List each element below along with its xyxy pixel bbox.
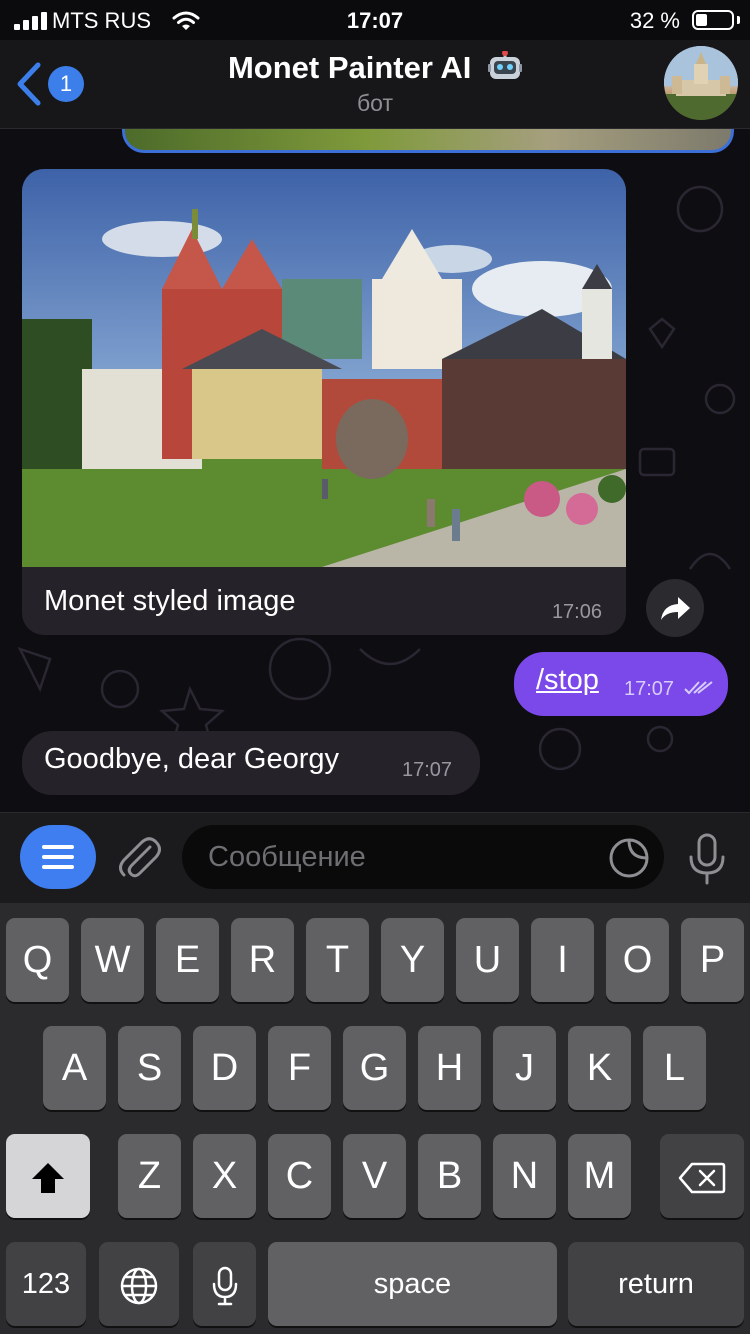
- key-n[interactable]: N: [493, 1134, 556, 1218]
- photo-message[interactable]: Monet styled image 17:06: [22, 169, 626, 635]
- key-h[interactable]: H: [418, 1026, 481, 1110]
- key-l[interactable]: L: [643, 1026, 706, 1110]
- key-r[interactable]: R: [231, 918, 294, 1002]
- key-a[interactable]: A: [43, 1026, 106, 1110]
- dictation-key[interactable]: [193, 1242, 256, 1326]
- key-g[interactable]: G: [343, 1026, 406, 1110]
- keyboard: Q W E R T Y U I O P A S D F G H J K L Z …: [0, 903, 750, 1334]
- sticker-icon[interactable]: [608, 837, 650, 879]
- key-d[interactable]: D: [193, 1026, 256, 1110]
- key-u[interactable]: U: [456, 918, 519, 1002]
- avatar-image: [664, 46, 738, 120]
- key-q[interactable]: Q: [6, 918, 69, 1002]
- key-t[interactable]: T: [306, 918, 369, 1002]
- key-k[interactable]: K: [568, 1026, 631, 1110]
- microphone-icon[interactable]: [686, 833, 728, 885]
- chat-title[interactable]: Monet Painter AI: [0, 50, 750, 86]
- chat-title-text: Monet Painter AI: [227, 50, 472, 85]
- forward-button[interactable]: [646, 579, 704, 637]
- language-key[interactable]: [99, 1242, 179, 1326]
- key-y[interactable]: Y: [381, 918, 444, 1002]
- key-v[interactable]: V: [343, 1134, 406, 1218]
- chat-subtitle: бот: [357, 90, 393, 116]
- chat-header: 1 Monet Painter AI бот: [0, 40, 750, 129]
- share-arrow-icon: [661, 597, 690, 620]
- message-text: Goodbye, dear Georgy: [44, 743, 340, 775]
- menu-icon: [42, 845, 74, 869]
- message-list[interactable]: Monet styled image 17:06 /stop 17:07 Goo…: [0, 129, 750, 812]
- bot-menu-button[interactable]: [20, 825, 96, 889]
- command-link[interactable]: /stop: [536, 664, 599, 697]
- message-timestamp: 17:06: [551, 601, 602, 623]
- battery-tip: [737, 16, 740, 24]
- globe-icon: [120, 1267, 158, 1305]
- backspace-key[interactable]: [660, 1134, 744, 1218]
- photo-caption: Monet styled image: [44, 585, 296, 617]
- space-key[interactable]: space: [268, 1242, 557, 1326]
- microphone-icon: [212, 1266, 237, 1306]
- message-input-bar: [0, 812, 750, 903]
- key-x[interactable]: X: [193, 1134, 256, 1218]
- key-z[interactable]: Z: [118, 1134, 181, 1218]
- outgoing-message[interactable]: /stop 17:07: [514, 652, 728, 716]
- key-m[interactable]: M: [568, 1134, 631, 1218]
- previous-photo-message[interactable]: [122, 129, 734, 153]
- shift-arrow-icon: [32, 1162, 64, 1193]
- message-input[interactable]: [182, 825, 664, 889]
- status-bar: MTS RUS 17:07 32 %: [0, 0, 750, 40]
- key-i[interactable]: I: [531, 918, 594, 1002]
- key-f[interactable]: F: [268, 1026, 331, 1110]
- robot-icon: [488, 51, 523, 79]
- paperclip-icon[interactable]: [116, 833, 162, 883]
- battery-percentage: 32 %: [629, 8, 680, 33]
- key-o[interactable]: O: [606, 918, 669, 1002]
- double-check-icon: [684, 681, 713, 695]
- return-key[interactable]: return: [568, 1242, 744, 1326]
- battery-icon: [692, 10, 734, 30]
- key-c[interactable]: C: [268, 1134, 331, 1218]
- key-s[interactable]: S: [118, 1026, 181, 1110]
- message-timestamp: 17:07: [624, 678, 675, 700]
- key-e[interactable]: E: [156, 918, 219, 1002]
- key-j[interactable]: J: [493, 1026, 556, 1110]
- shift-key[interactable]: [6, 1134, 90, 1218]
- key-w[interactable]: W: [81, 918, 144, 1002]
- backspace-icon: [678, 1162, 726, 1194]
- key-b[interactable]: B: [418, 1134, 481, 1218]
- numbers-key[interactable]: 123: [6, 1242, 86, 1326]
- incoming-message[interactable]: Goodbye, dear Georgy 17:07: [22, 731, 480, 795]
- key-p[interactable]: P: [681, 918, 744, 1002]
- avatar[interactable]: [664, 46, 738, 120]
- message-timestamp: 17:07: [402, 759, 453, 781]
- monet-styled-photo[interactable]: [22, 169, 626, 567]
